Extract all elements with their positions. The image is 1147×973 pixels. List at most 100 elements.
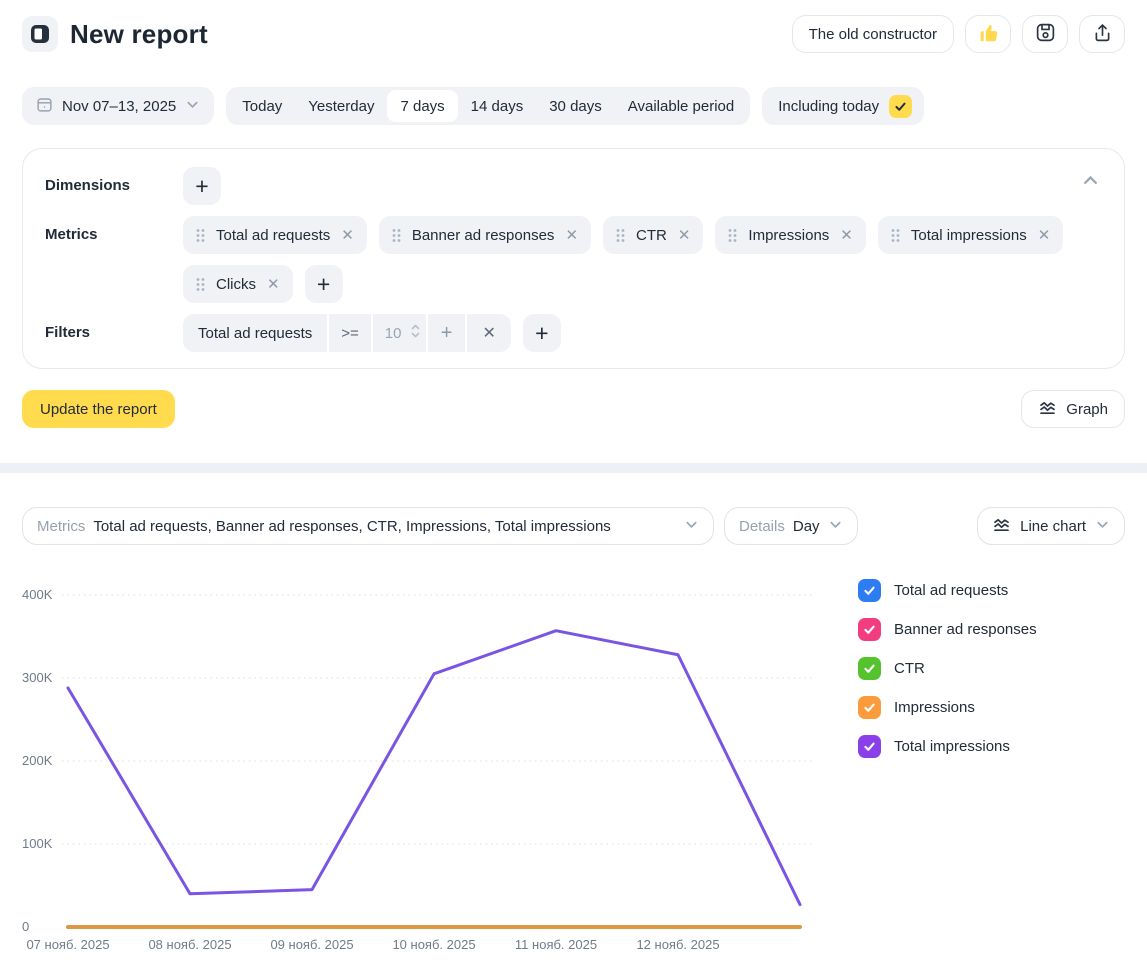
- chart-type-select[interactable]: Line chart: [977, 507, 1125, 545]
- x-axis-tick: 07 нояб. 2025: [26, 937, 109, 952]
- remove-metric-icon[interactable]: ✕: [678, 228, 691, 243]
- including-today-checkbox[interactable]: [889, 95, 912, 118]
- graph-button-label: Graph: [1066, 401, 1108, 418]
- legend-checkbox[interactable]: [858, 735, 881, 758]
- drag-handle-icon[interactable]: [728, 228, 737, 243]
- chart-metrics-select-value: Total ad requests, Banner ad responses, …: [93, 518, 610, 535]
- chevron-down-icon: [828, 517, 843, 536]
- legend-label: CTR: [894, 660, 925, 677]
- y-axis-tick: 400K: [22, 586, 58, 604]
- page-title: New report: [70, 19, 208, 50]
- filter-add-condition-icon[interactable]: +: [428, 314, 466, 352]
- chart-legend: Total ad requests Banner ad responses CT…: [858, 579, 1037, 963]
- legend-label: Total impressions: [894, 738, 1010, 755]
- remove-metric-icon[interactable]: ✕: [565, 228, 578, 243]
- drag-handle-icon[interactable]: [616, 228, 625, 243]
- chart-section: 400K 300K 200K 100K 0 07 нояб. 2025 08 н…: [22, 571, 1125, 963]
- save-button[interactable]: [1022, 15, 1068, 53]
- collapse-panel-button[interactable]: [1075, 165, 1106, 199]
- preset-7-days[interactable]: 7 days: [387, 90, 457, 122]
- metric-chip[interactable]: Total impressions ✕: [878, 216, 1063, 254]
- metric-chip[interactable]: Clicks ✕: [183, 265, 293, 303]
- metric-chip[interactable]: Impressions ✕: [715, 216, 865, 254]
- filter-field[interactable]: Total ad requests: [183, 314, 327, 352]
- metric-chip-label: Clicks: [216, 276, 256, 293]
- metric-chip[interactable]: CTR ✕: [603, 216, 703, 254]
- chart-metrics-select[interactable]: Metrics Total ad requests, Banner ad res…: [22, 507, 714, 545]
- including-today-label: Including today: [778, 98, 879, 115]
- preset-14-days[interactable]: 14 days: [458, 90, 537, 122]
- legend-checkbox[interactable]: [858, 696, 881, 719]
- metric-chips: Total ad requests ✕ Banner ad responses …: [183, 216, 1102, 303]
- like-button[interactable]: [965, 15, 1011, 53]
- metric-chip[interactable]: Total ad requests ✕: [183, 216, 367, 254]
- metric-chip-label: Total impressions: [911, 227, 1027, 244]
- dimensions-row: Dimensions +: [45, 167, 1102, 205]
- remove-metric-icon[interactable]: ✕: [1038, 228, 1051, 243]
- legend-label: Banner ad responses: [894, 621, 1037, 638]
- chart-details-select[interactable]: Details Day: [724, 507, 858, 545]
- stepper-icon[interactable]: [411, 323, 420, 343]
- y-axis-tick: 100K: [22, 835, 58, 853]
- legend-item-impressions[interactable]: Impressions: [858, 696, 1037, 719]
- y-axis-tick: 200K: [22, 752, 58, 770]
- y-axis-tick: 300K: [22, 669, 58, 687]
- filter-remove-icon[interactable]: ✕: [467, 314, 510, 352]
- line-chart-icon: [1038, 398, 1057, 421]
- legend-item-ctr[interactable]: CTR: [858, 657, 1037, 680]
- share-button[interactable]: [1079, 15, 1125, 53]
- x-axis-tick: 11 нояб. 2025: [515, 937, 597, 952]
- graph-button[interactable]: Graph: [1021, 390, 1125, 428]
- legend-checkbox[interactable]: [858, 579, 881, 602]
- legend-item-total-impressions[interactable]: Total impressions: [858, 735, 1037, 758]
- old-constructor-button[interactable]: The old constructor: [792, 15, 954, 53]
- chart-metrics-select-label: Metrics: [37, 518, 85, 535]
- preset-yesterday[interactable]: Yesterday: [295, 90, 387, 122]
- line-chart-icon: [992, 515, 1011, 538]
- chart-details-select-label: Details: [739, 518, 785, 535]
- calendar-icon: [36, 96, 53, 117]
- x-axis-tick: 10 нояб. 2025: [392, 937, 475, 952]
- drag-handle-icon[interactable]: [196, 277, 205, 292]
- date-range-picker[interactable]: Nov 07–13, 2025: [22, 87, 214, 125]
- metric-chip-label: CTR: [636, 227, 667, 244]
- preset-30-days[interactable]: 30 days: [536, 90, 615, 122]
- preset-available-period[interactable]: Available period: [615, 90, 747, 122]
- legend-checkbox[interactable]: [858, 618, 881, 641]
- chevron-down-icon: [684, 517, 699, 536]
- save-icon: [1035, 22, 1056, 47]
- filter-condition: Total ad requests >= + ✕: [183, 314, 511, 352]
- update-report-button[interactable]: Update the report: [22, 390, 175, 428]
- legend-item-total-ad-requests[interactable]: Total ad requests: [858, 579, 1037, 602]
- x-axis-tick: 09 нояб. 2025: [270, 937, 353, 952]
- metrics-label: Metrics: [45, 216, 183, 254]
- drag-handle-icon[interactable]: [891, 228, 900, 243]
- add-filter-button[interactable]: +: [523, 314, 561, 352]
- add-dimension-button[interactable]: +: [183, 167, 221, 205]
- dimensions-label: Dimensions: [45, 167, 183, 205]
- preset-today[interactable]: Today: [229, 90, 295, 122]
- filter-value-input[interactable]: [385, 325, 409, 342]
- legend-checkbox[interactable]: [858, 657, 881, 680]
- legend-item-banner-ad-responses[interactable]: Banner ad responses: [858, 618, 1037, 641]
- page-header: New report The old constructor: [22, 15, 1125, 53]
- period-row: Nov 07–13, 2025 Today Yesterday 7 days 1…: [22, 87, 1125, 125]
- chevron-down-icon: [185, 97, 200, 116]
- including-today-toggle[interactable]: Including today: [762, 87, 924, 125]
- add-metric-button[interactable]: +: [305, 265, 343, 303]
- x-axis-tick: 12 нояб. 2025: [636, 937, 719, 952]
- metric-chip[interactable]: Banner ad responses ✕: [379, 216, 591, 254]
- remove-metric-icon[interactable]: ✕: [840, 228, 853, 243]
- chevron-down-icon: [1095, 517, 1110, 536]
- filter-operator[interactable]: >=: [329, 314, 371, 352]
- filters-row: Filters Total ad requests >= + ✕ +: [45, 314, 1102, 352]
- drag-handle-icon[interactable]: [196, 228, 205, 243]
- remove-metric-icon[interactable]: ✕: [341, 228, 354, 243]
- remove-metric-icon[interactable]: ✕: [267, 277, 280, 292]
- actions-row: Update the report Graph: [22, 390, 1125, 428]
- drag-handle-icon[interactable]: [392, 228, 401, 243]
- metric-chip-label: Impressions: [748, 227, 829, 244]
- line-chart: 400K 300K 200K 100K 0 07 нояб. 2025 08 н…: [22, 571, 834, 963]
- y-axis-tick: 0: [22, 918, 58, 936]
- report-page: New report The old constructor: [0, 0, 1147, 973]
